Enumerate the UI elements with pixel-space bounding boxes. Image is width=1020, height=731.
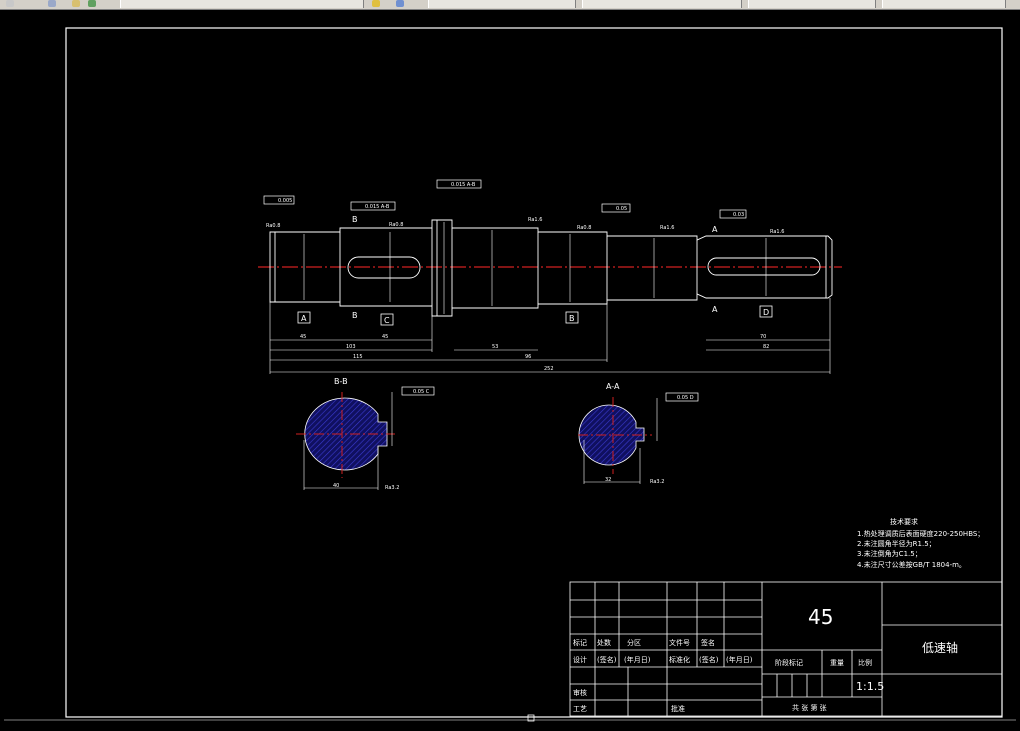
datum-d: D	[763, 308, 769, 317]
tolerance-2: 0.015 A-B	[365, 204, 390, 210]
length-dims	[269, 298, 831, 374]
roughness-4: Ra0.8	[577, 225, 591, 231]
dim-103: 103	[346, 344, 356, 350]
section-aa-width: 32	[605, 477, 611, 483]
tb-design-date: (年月日)	[624, 655, 651, 664]
tb-standard-sign: (签名)	[699, 655, 719, 664]
dim-115: 115	[353, 354, 363, 360]
tb-doc-no: 文件号	[669, 638, 690, 647]
tech-requirements: 技术要求 1.热处理调质后表面硬度220-250HBS； 2.未注圆角半径为R1…	[857, 517, 984, 569]
roughness-3: Ra1.6	[528, 217, 542, 223]
tb-mark: 标记	[573, 638, 587, 647]
tolerance-5: 0.03	[733, 212, 744, 218]
tolerance-3: 0.015 A-B	[451, 182, 476, 188]
dim-45b: 45	[382, 334, 388, 340]
datum-b: B	[569, 314, 575, 323]
section-bb-width: 40	[333, 483, 339, 489]
tb-standard-date: (年月日)	[726, 655, 753, 664]
section-mark-a-top: A	[712, 225, 718, 234]
tb-sign: 签名	[701, 638, 715, 647]
dim-45: 45	[300, 334, 306, 340]
tech-req-item-3: 3.未注倒角为C1.5；	[857, 549, 922, 558]
roughness-5: Ra1.6	[660, 225, 674, 231]
tb-part-name: 低速轴	[922, 640, 958, 655]
tb-standard: 标准化	[669, 655, 690, 664]
section-mark-a-bottom: A	[712, 305, 718, 314]
section-mark-b-bottom: B	[352, 311, 358, 320]
shaft-outline	[269, 219, 833, 317]
tb-design: 设计	[573, 655, 587, 664]
datum-markers	[297, 305, 773, 326]
tb-design-sign: (签名)	[597, 655, 617, 664]
tb-weight-label: 重量	[830, 659, 844, 667]
dim-82: 82	[763, 344, 769, 350]
tb-scale-label: 比例	[858, 658, 872, 667]
tb-material: 45	[808, 605, 833, 629]
roughness-8: Ra3.2	[650, 479, 664, 485]
section-aa-label: A-A	[606, 382, 620, 391]
tech-req-item-4: 4.未注尺寸公差按GB/T 1804-m。	[857, 560, 966, 569]
roughness-7: Ra3.2	[385, 485, 399, 491]
tech-req-item-2: 2.未注圆角半径为R1.5；	[857, 539, 936, 548]
dim-252: 252	[544, 366, 554, 372]
tech-req-title: 技术要求	[890, 517, 918, 526]
tb-count: 处数	[597, 638, 611, 647]
dim-96: 96	[525, 354, 531, 360]
tolerance-4: 0.05	[616, 206, 627, 212]
datum-a: A	[301, 314, 307, 323]
tb-stage-label: 阶段标记	[775, 658, 803, 667]
section-bb	[296, 392, 395, 490]
section-bb-label: B-B	[334, 377, 348, 386]
tb-process: 工艺	[573, 705, 587, 713]
tb-approve: 批准	[671, 704, 685, 713]
tb-zone: 分区	[627, 638, 641, 647]
tb-review: 审核	[573, 688, 587, 697]
datum-c: C	[384, 316, 390, 325]
section-aa	[578, 397, 658, 484]
roughness-6: Ra1.6	[770, 229, 784, 235]
section-mark-b-top: B	[352, 215, 358, 224]
dim-70: 70	[760, 334, 766, 340]
tech-req-item-1: 1.热处理调质后表面硬度220-250HBS；	[857, 529, 984, 538]
roughness-1: Ra0.8	[266, 223, 280, 229]
tb-sheets: 共 张 第 张	[792, 703, 827, 712]
tolerance-1: 0.005	[278, 198, 292, 204]
roughness-2: Ra0.8	[389, 222, 403, 228]
dim-53: 53	[492, 344, 498, 350]
tolerance-frames	[263, 179, 747, 402]
tolerance-6: 0.05 C	[413, 389, 430, 395]
tb-scale: 1:1.5	[856, 680, 884, 693]
drawing-border	[65, 27, 1003, 718]
cad-drawing-canvas[interactable]: A C B D B B A A 0.005 0.015 A-B 0.015 A-…	[0, 0, 1020, 731]
tolerance-7: 0.05 D	[677, 395, 694, 401]
